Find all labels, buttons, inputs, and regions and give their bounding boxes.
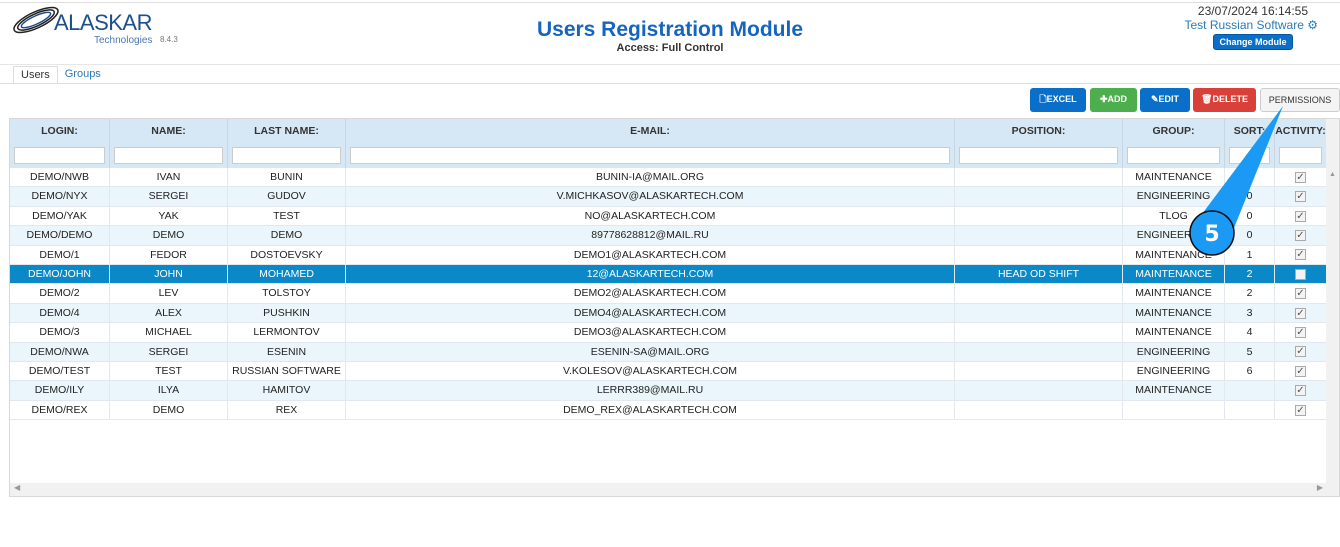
callout-number: 5 (1204, 222, 1219, 247)
callout-annotation: 5 (1189, 106, 1283, 256)
